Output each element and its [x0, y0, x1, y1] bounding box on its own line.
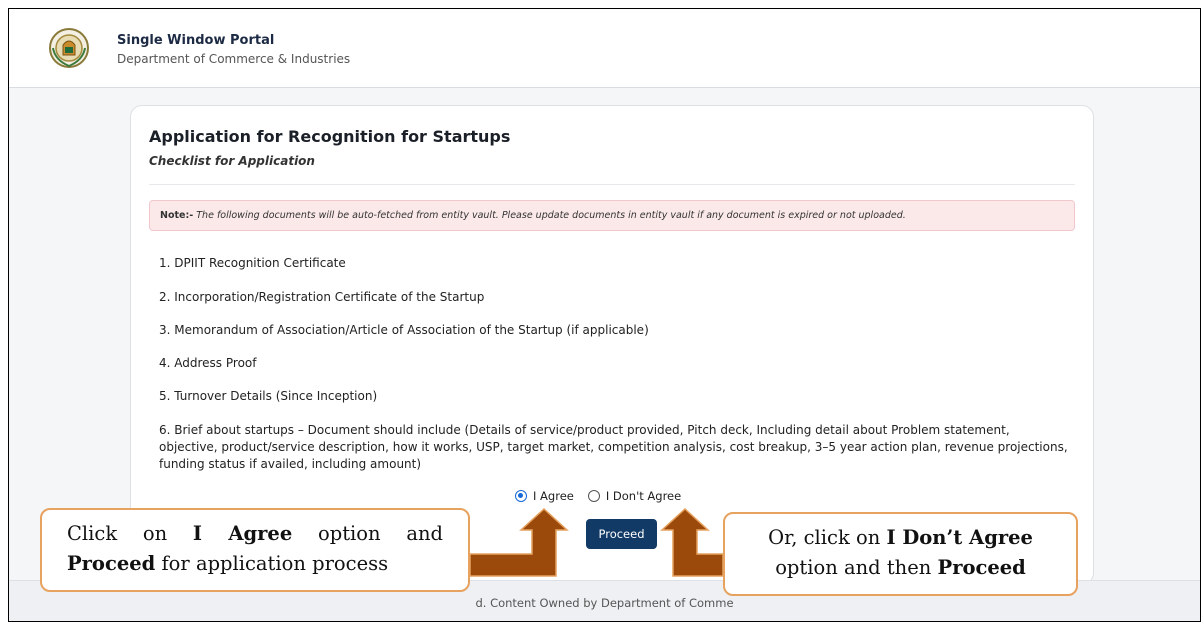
callout-text: for application process	[155, 552, 389, 575]
note-alert: Note:- The following documents will be a…	[149, 200, 1075, 231]
callout-text: Click on	[67, 522, 193, 545]
note-label: Note:-	[160, 210, 194, 221]
proceed-button[interactable]: Proceed	[586, 519, 657, 549]
checklist-item: 1. DPIIT Recognition Certificate	[159, 256, 346, 270]
disagree-label[interactable]: I Don't Agree	[606, 489, 681, 503]
checklist-item: 4. Address Proof	[159, 356, 257, 370]
checklist-item: 2. Incorporation/Registration Certificat…	[159, 290, 485, 304]
callout-right-line2: option and then Proceed	[725, 553, 1076, 583]
callout-bold-text: I Don’t Agree	[886, 526, 1033, 549]
checklist-item: 5. Turnover Details (Since Inception)	[159, 389, 378, 403]
agree-label[interactable]: I Agree	[533, 489, 574, 503]
state-emblem-icon	[49, 28, 89, 68]
portal-header: Single Window Portal Department of Comme…	[9, 9, 1200, 88]
callout-bold-text: Proceed	[67, 552, 156, 575]
agreement-options: I Agree I Don't Agree	[515, 486, 681, 506]
callout-text: option and	[292, 522, 443, 545]
disagree-radio[interactable]	[587, 490, 600, 502]
checklist-item: 3. Memorandum of Association/Article of …	[159, 323, 649, 337]
department-name: Department of Commerce & Industries	[117, 52, 351, 66]
callout-text: Or, click on	[768, 526, 887, 549]
footer-text: d. Content Owned by Department of Comme	[475, 596, 734, 610]
callout-left-line2: Proceed for application process	[67, 549, 443, 579]
note-text: The following documents will be auto-fet…	[196, 210, 906, 221]
callout-agree-instruction: Click on I Agree option and Proceed for …	[40, 508, 470, 592]
page-title: Application for Recognition for Startups	[149, 127, 511, 146]
callout-disagree-instruction: Or, click on I Don’t Agree option and th…	[723, 512, 1078, 596]
callout-bold-text: Proceed	[937, 556, 1026, 579]
page-subtitle: Checklist for Application	[149, 154, 315, 168]
portal-title: Single Window Portal	[117, 33, 275, 48]
callout-right-line1: Or, click on I Don’t Agree	[725, 523, 1076, 553]
agree-radio[interactable]	[515, 490, 527, 502]
callout-left-line1: Click on I Agree option and	[67, 519, 443, 549]
checklist-item: 6. Brief about startups – Document shoul…	[159, 423, 1068, 471]
callout-text: option and then	[775, 556, 938, 579]
divider	[149, 184, 1075, 185]
callout-bold-text: I Agree	[192, 522, 293, 545]
